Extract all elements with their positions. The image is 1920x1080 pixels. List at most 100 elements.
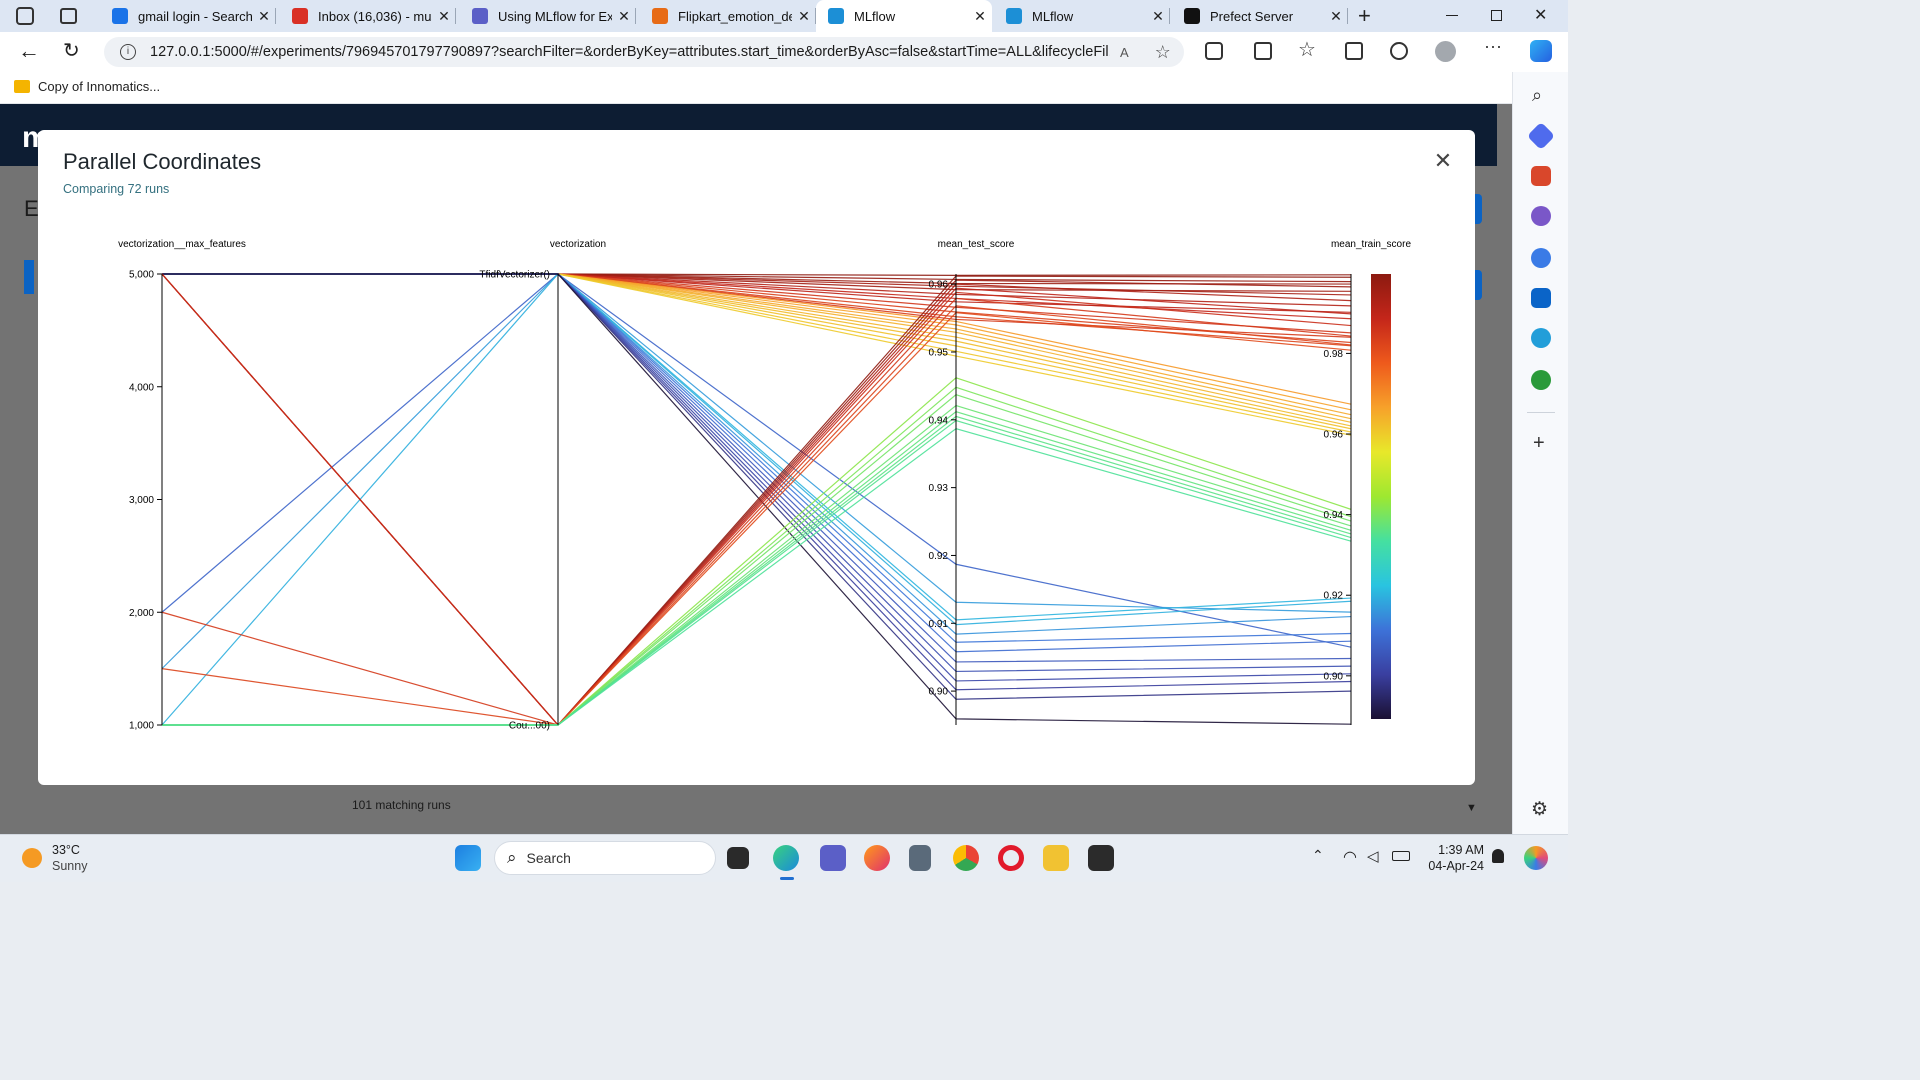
- tab-close-icon[interactable]: ✕: [252, 8, 276, 25]
- tab-label: MLflow: [854, 8, 896, 24]
- edge-sidebar: ⌕ + ⚙: [1512, 72, 1568, 834]
- run-line: [162, 377, 1352, 726]
- run-line: [162, 427, 1352, 726]
- side-button-partial[interactable]: [1474, 194, 1482, 224]
- site-info-icon[interactable]: i: [120, 44, 136, 60]
- scroll-down-arrow-icon[interactable]: ▼: [1466, 802, 1477, 814]
- browser-tab-1[interactable]: gmail login - Search ✕: [100, 0, 276, 32]
- tab-close-icon[interactable]: ✕: [432, 8, 456, 25]
- restore-button[interactable]: [1491, 10, 1502, 21]
- sun-icon: [22, 848, 42, 868]
- tab-close-icon[interactable]: ✕: [968, 8, 992, 25]
- volume-icon[interactable]: ◁: [1367, 847, 1379, 865]
- browser-essentials-icon[interactable]: [1390, 42, 1408, 60]
- favorite-star-icon[interactable]: ☆: [1155, 42, 1171, 63]
- telegram-icon[interactable]: [1531, 328, 1551, 348]
- run-line: [162, 419, 1352, 726]
- task-view-icon[interactable]: [727, 847, 749, 869]
- minimize-button[interactable]: [1446, 15, 1458, 16]
- address-bar[interactable]: i 127.0.0.1:5000/#/experiments/796945701…: [104, 37, 1184, 67]
- tick-label: 0.90: [929, 687, 949, 698]
- split-screen-icon[interactable]: [1254, 42, 1272, 60]
- tools-icon[interactable]: [1531, 166, 1551, 186]
- teams-icon[interactable]: [820, 845, 846, 871]
- clock[interactable]: 1:39 AM 04-Apr-24: [1420, 842, 1484, 874]
- window-close-button[interactable]: ✕: [1534, 5, 1547, 25]
- read-aloud-icon[interactable]: A: [1120, 45, 1129, 60]
- tick-label: 0.94: [1324, 510, 1344, 521]
- sidebar-settings-icon[interactable]: ⚙: [1531, 798, 1548, 821]
- prefect-icon: [1184, 8, 1200, 24]
- collections-icon[interactable]: [1345, 42, 1363, 60]
- copilot-icon[interactable]: [1530, 40, 1552, 62]
- matching-runs-count: 101 matching runs: [352, 798, 451, 812]
- parallel-coordinates-modal: Parallel Coordinates Comparing 72 runs ✕…: [38, 130, 1475, 785]
- run-line: [162, 273, 1352, 691]
- terminal-icon[interactable]: [1088, 845, 1114, 871]
- browser-tab-strip: gmail login - Search ✕ Inbox (16,036) - mu…: [0, 0, 1568, 32]
- tab-label: MLflow: [1032, 8, 1074, 24]
- docs-icon: [472, 8, 488, 24]
- taskbar-search-box[interactable]: ⌕ Search: [494, 841, 716, 875]
- tick-label: 2,000: [129, 608, 154, 619]
- run-line: [161, 273, 1352, 726]
- shopping-tag-icon[interactable]: [1526, 121, 1556, 151]
- tab-actions-icon[interactable]: [60, 8, 77, 24]
- notifications-bell-icon[interactable]: [1492, 849, 1504, 863]
- active-app-indicator: [780, 877, 794, 880]
- more-options-icon[interactable]: ···: [1484, 36, 1502, 57]
- windows-start-icon[interactable]: [455, 845, 481, 871]
- tab-close-icon[interactable]: ✕: [792, 8, 816, 25]
- weather-widget[interactable]: 33°C Sunny: [22, 842, 87, 874]
- tick-label: 5,000: [129, 270, 154, 281]
- browser-tab-5[interactable]: MLflow ✕: [816, 0, 992, 32]
- tab-label: Using MLflow for Exp: [498, 8, 612, 24]
- sidebar-tab-partial[interactable]: [24, 260, 34, 294]
- side-button-partial[interactable]: [1474, 270, 1482, 300]
- copilot-taskbar-icon[interactable]: [1524, 846, 1548, 870]
- clock-time: 1:39 AM: [1438, 843, 1484, 857]
- browser-tab-7[interactable]: Prefect Server ✕: [1172, 0, 1348, 32]
- bookmark-copy-of-innomatics[interactable]: Copy of Innomatics...: [14, 79, 160, 94]
- copilot-sidebar-icon[interactable]: [1531, 248, 1551, 268]
- tab-label: Inbox (16,036) - must: [318, 8, 432, 24]
- tree-icon[interactable]: [1531, 370, 1551, 390]
- browser-tab-4[interactable]: Flipkart_emotion_det ✕: [640, 0, 816, 32]
- browser-tab-3[interactable]: Using MLflow for Exp ✕: [460, 0, 636, 32]
- add-sidebar-app-icon[interactable]: +: [1533, 432, 1545, 455]
- firefox-icon[interactable]: [864, 845, 890, 871]
- profile-avatar[interactable]: [1435, 41, 1456, 62]
- battery-icon[interactable]: [1392, 851, 1410, 861]
- search-icon: ⌕: [507, 848, 517, 867]
- calculator-icon[interactable]: [909, 845, 931, 871]
- games-icon[interactable]: [1531, 206, 1551, 226]
- back-arrow-icon[interactable]: ←: [18, 38, 40, 64]
- sidebar-search-icon[interactable]: ⌕: [1532, 85, 1542, 106]
- edge-taskbar-icon[interactable]: [773, 845, 799, 871]
- mlflow-icon: [828, 8, 844, 24]
- mlflow-icon: [1006, 8, 1022, 24]
- browser-tab-2[interactable]: Inbox (16,036) - must ✕: [280, 0, 456, 32]
- run-line: [162, 273, 1352, 635]
- wifi-icon[interactable]: ◠: [1343, 847, 1357, 867]
- tab-close-icon[interactable]: ✕: [612, 8, 636, 25]
- workspaces-icon[interactable]: [16, 7, 34, 25]
- file-explorer-icon[interactable]: [1043, 845, 1069, 871]
- windows-taskbar: 33°C Sunny ⌕ Search ⌃ ◠ ◁ 1:39 AM 04-Apr…: [0, 834, 1568, 882]
- favorites-icon[interactable]: ☆: [1298, 37, 1316, 62]
- new-tab-button[interactable]: +: [1358, 3, 1371, 29]
- tick-label: 1,000: [129, 721, 154, 732]
- url-text[interactable]: 127.0.0.1:5000/#/experiments/79694570179…: [150, 44, 1110, 60]
- outlook-icon[interactable]: [1531, 288, 1551, 308]
- tab-close-icon[interactable]: ✕: [1324, 8, 1348, 25]
- browser-tab-6[interactable]: MLflow ✕: [994, 0, 1170, 32]
- opera-icon[interactable]: [998, 845, 1024, 871]
- tray-chevron-icon[interactable]: ⌃: [1312, 847, 1324, 864]
- tick-label: Cou...00): [509, 721, 550, 732]
- extensions-icon[interactable]: [1205, 42, 1223, 60]
- tick-label: 0.94: [929, 415, 949, 426]
- refresh-icon[interactable]: ↻: [63, 38, 80, 63]
- colorbar: [1371, 274, 1391, 719]
- tab-close-icon[interactable]: ✕: [1146, 8, 1170, 25]
- chrome-icon[interactable]: [953, 845, 979, 871]
